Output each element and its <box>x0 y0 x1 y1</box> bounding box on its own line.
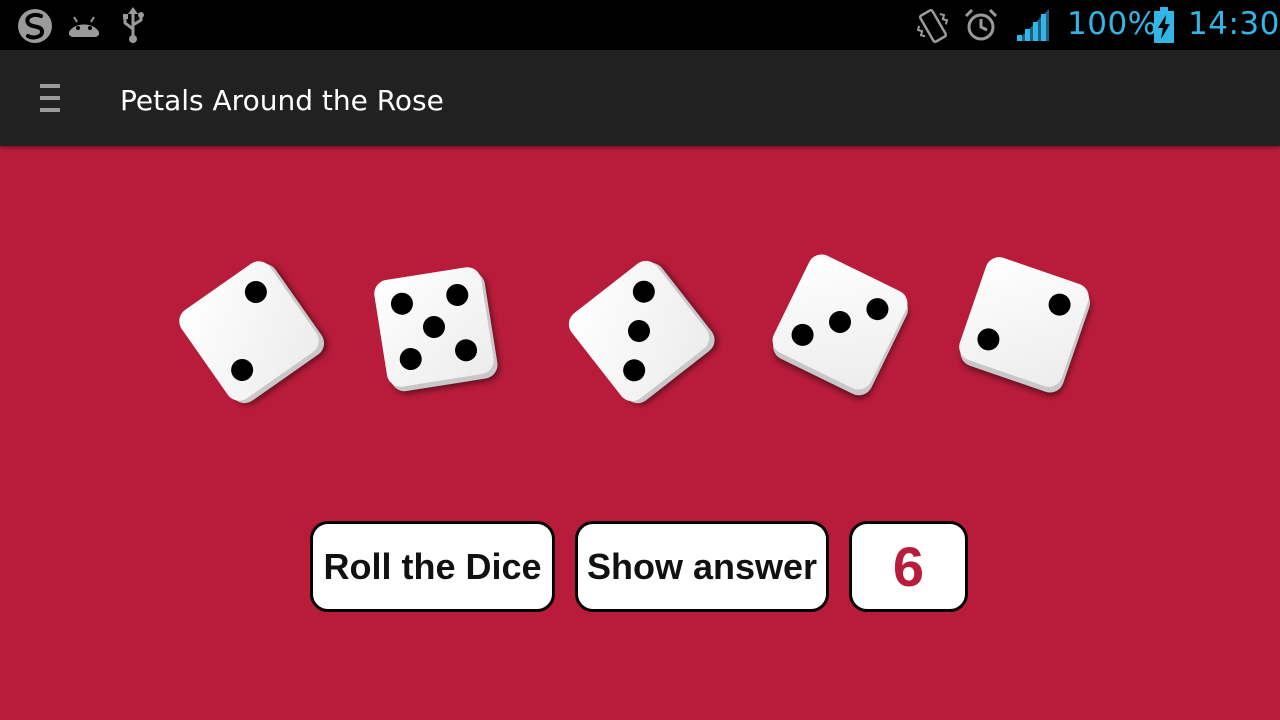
roll-dice-button[interactable]: Roll the Dice <box>310 521 555 612</box>
die-pip <box>421 314 447 340</box>
die-pip <box>398 346 424 372</box>
clock: 14:30 <box>1188 6 1280 42</box>
die-4[interactable] <box>767 249 913 395</box>
show-answer-button[interactable]: Show answer <box>575 521 829 612</box>
app-title: Petals Around the Rose <box>120 84 444 117</box>
signal-icon <box>1017 9 1049 41</box>
die-pip <box>787 320 818 350</box>
answer-value: 6 <box>892 535 925 598</box>
android-debug-icon <box>69 16 99 37</box>
swype-icon <box>18 9 52 43</box>
answer-box: 6 <box>849 521 968 612</box>
die-pip <box>618 354 650 386</box>
action-bar: Petals Around the Rose <box>0 50 1280 146</box>
die-1[interactable] <box>173 255 325 407</box>
vibrate-icon <box>916 8 949 44</box>
usb-icon <box>123 7 144 43</box>
die-pip <box>444 282 470 308</box>
alarm-icon <box>964 8 998 41</box>
die-pip <box>974 325 1003 354</box>
hamburger-menu-icon[interactable] <box>36 80 66 116</box>
die-pip <box>623 315 655 347</box>
die-pip <box>240 276 272 308</box>
die-pip <box>389 291 415 317</box>
status-bar: 100% 14:30 <box>0 0 1280 50</box>
battery-percent: 100% <box>1067 6 1158 42</box>
die-pip <box>1045 290 1074 319</box>
die-2[interactable] <box>372 265 496 389</box>
die-pip <box>862 294 893 324</box>
die-pip <box>825 307 855 337</box>
battery-charging-icon <box>1154 7 1174 43</box>
die-pip <box>226 354 258 386</box>
die-5[interactable] <box>955 253 1093 391</box>
die-pip <box>628 276 660 308</box>
die-pip <box>453 337 479 363</box>
die-3[interactable] <box>563 255 715 407</box>
